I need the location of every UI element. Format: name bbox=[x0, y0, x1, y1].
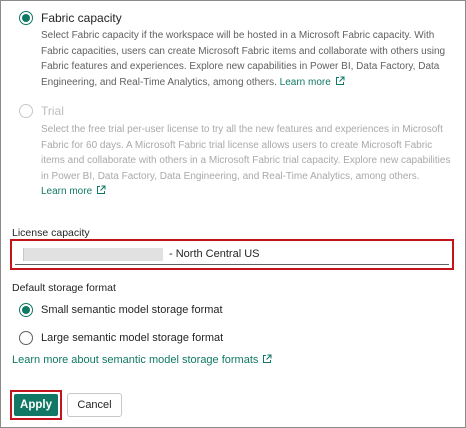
trial-learn-more-link[interactable]: Learn more bbox=[41, 185, 106, 197]
small-storage-option[interactable]: Small semantic model storage format bbox=[19, 303, 223, 317]
small-storage-radio[interactable] bbox=[19, 303, 33, 317]
trial-description: Select the free trial per-user license t… bbox=[41, 122, 453, 200]
large-storage-option[interactable]: Large semantic model storage format bbox=[19, 331, 223, 345]
apply-highlight: Apply bbox=[10, 390, 62, 420]
fabric-learn-more-link[interactable]: Learn more bbox=[279, 76, 345, 88]
storage-format-learn-more-link[interactable]: Learn more about semantic model storage … bbox=[12, 354, 272, 366]
trial-description-text: Select the free trial per-user license t… bbox=[41, 124, 451, 182]
license-capacity-highlight: - North Central US bbox=[10, 239, 454, 270]
fabric-capacity-option[interactable]: Fabric capacity bbox=[19, 11, 122, 25]
external-link-icon bbox=[97, 185, 106, 194]
fabric-capacity-description: Select Fabric capacity if the workspace … bbox=[41, 28, 453, 90]
small-storage-label: Small semantic model storage format bbox=[41, 304, 223, 316]
settings-panel: Fabric capacity Select Fabric capacity i… bbox=[0, 0, 466, 428]
large-storage-label: Large semantic model storage format bbox=[41, 332, 224, 344]
large-storage-radio[interactable] bbox=[19, 331, 33, 345]
trial-label: Trial bbox=[41, 104, 64, 118]
cancel-button[interactable]: Cancel bbox=[67, 393, 122, 417]
trial-radio bbox=[19, 104, 33, 118]
trial-option: Trial bbox=[19, 104, 64, 118]
fabric-capacity-description-text: Select Fabric capacity if the workspace … bbox=[41, 30, 446, 88]
license-capacity-dropdown[interactable]: - North Central US bbox=[15, 244, 449, 265]
external-link-icon bbox=[263, 354, 272, 363]
storage-format-learn-more-label: Learn more about semantic model storage … bbox=[12, 354, 259, 366]
external-link-icon bbox=[335, 76, 345, 85]
license-capacity-region: - North Central US bbox=[169, 248, 260, 260]
fabric-capacity-label: Fabric capacity bbox=[41, 11, 122, 25]
fabric-capacity-radio[interactable] bbox=[19, 11, 33, 25]
storage-format-label: Default storage format bbox=[12, 282, 116, 294]
trial-learn-more-label: Learn more bbox=[41, 186, 93, 197]
apply-button[interactable]: Apply bbox=[14, 394, 58, 416]
fabric-learn-more-label: Learn more bbox=[279, 76, 331, 88]
license-capacity-label: License capacity bbox=[12, 227, 90, 239]
redacted-capacity-name bbox=[23, 247, 163, 261]
